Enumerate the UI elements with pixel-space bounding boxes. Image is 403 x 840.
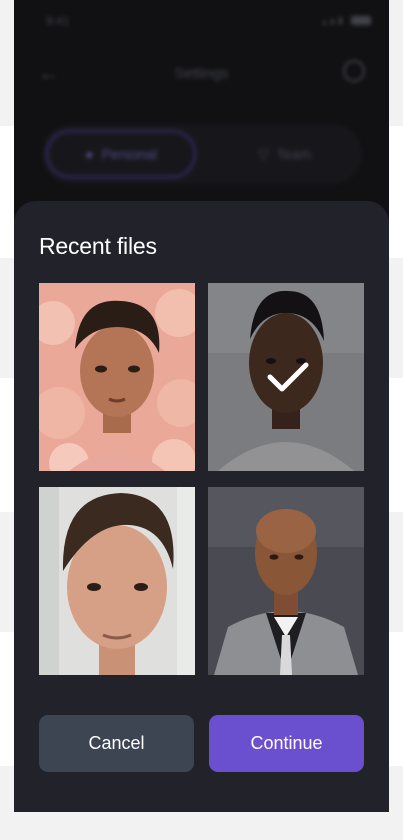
- bottom-sheet: Recent files Cancel Continue: [14, 201, 389, 812]
- photo-tile-2[interactable]: [208, 283, 364, 471]
- continue-button[interactable]: Continue: [209, 715, 364, 772]
- tab-personal[interactable]: ● Personal: [46, 130, 196, 178]
- signal-icon: [331, 19, 334, 25]
- segmented-control: ● Personal ▽ Team: [42, 124, 362, 184]
- tab-label: Personal: [101, 146, 157, 162]
- user-icon: ●: [85, 146, 94, 162]
- status-time: 9:41: [46, 14, 70, 28]
- portrait-image: [39, 487, 195, 675]
- tab-label: Team: [276, 146, 311, 162]
- signal-icon: [323, 21, 326, 25]
- photo-tile-1[interactable]: [39, 283, 195, 471]
- page-title: Settings: [174, 65, 229, 82]
- portrait-image: [208, 487, 364, 675]
- photo-tile-3[interactable]: [39, 487, 195, 675]
- tab-team[interactable]: ▽ Team: [212, 130, 357, 178]
- sheet-title: Recent files: [39, 233, 157, 259]
- status-bar: 9:41: [14, 0, 389, 44]
- signal-icon: [339, 17, 342, 25]
- settings-icon[interactable]: [343, 60, 365, 82]
- portrait-image: [39, 283, 195, 471]
- photo-tile-4[interactable]: [208, 487, 364, 675]
- cancel-button[interactable]: Cancel: [39, 715, 194, 772]
- phone-screen: 9:41 ← Settings ● Personal ▽ Team Recent…: [14, 0, 389, 812]
- status-icons: [323, 16, 371, 25]
- battery-icon: [351, 16, 371, 25]
- top-bar: ← Settings: [14, 56, 389, 92]
- checkmark-icon: [267, 362, 309, 392]
- team-icon: ▽: [257, 145, 269, 162]
